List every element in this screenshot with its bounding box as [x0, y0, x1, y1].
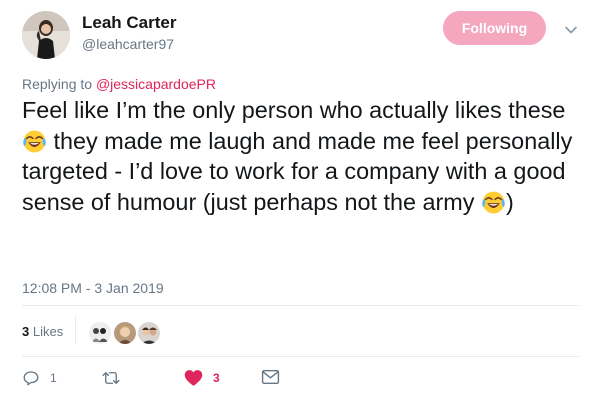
divider — [75, 316, 76, 344]
chevron-down-icon[interactable] — [564, 23, 578, 37]
retweet-icon[interactable] — [101, 369, 121, 387]
liker-avatar[interactable] — [88, 321, 112, 345]
reply-mention-link[interactable]: @jessicapardoePR — [96, 76, 216, 92]
divider — [22, 356, 579, 357]
face-with-tears-of-joy-icon — [22, 129, 47, 154]
reply-action[interactable]: 1 — [22, 369, 57, 387]
replying-to: Replying to @jessicapardoePR — [22, 76, 216, 92]
like-action[interactable]: 3 — [184, 369, 220, 387]
like-count: 3 — [213, 371, 220, 385]
likes-number: 3 — [22, 324, 30, 339]
tweet-timestamp[interactable]: 12:08 PM - 3 Jan 2019 — [22, 280, 164, 296]
liker-avatar[interactable] — [113, 321, 137, 345]
reply-count: 1 — [50, 371, 57, 385]
replying-to-label: Replying to — [22, 76, 96, 92]
liker-avatar[interactable] — [137, 321, 161, 345]
heart-icon[interactable] — [184, 369, 203, 387]
user-handle[interactable]: @leahcarter97 — [82, 36, 174, 52]
direct-message-action[interactable] — [261, 369, 280, 385]
reply-icon[interactable] — [22, 369, 40, 387]
avatar[interactable] — [22, 11, 70, 59]
display-name[interactable]: Leah Carter — [82, 13, 176, 33]
divider — [22, 305, 579, 306]
face-with-tears-of-joy-icon — [481, 190, 506, 215]
retweet-action[interactable] — [101, 369, 131, 387]
tweet-text-part-1: Feel like I’m the only person who actual… — [22, 97, 566, 123]
envelope-icon[interactable] — [261, 369, 280, 385]
likes-count[interactable]: 3 Likes — [22, 324, 63, 339]
following-button[interactable]: Following — [443, 11, 546, 45]
tweet-text: Feel like I’m the only person who actual… — [22, 95, 577, 217]
tweet-card: Leah Carter @leahcarter97 Following Repl… — [0, 0, 593, 405]
likes-label: Likes — [32, 324, 64, 339]
tweet-text-part-3: ) — [505, 188, 514, 215]
